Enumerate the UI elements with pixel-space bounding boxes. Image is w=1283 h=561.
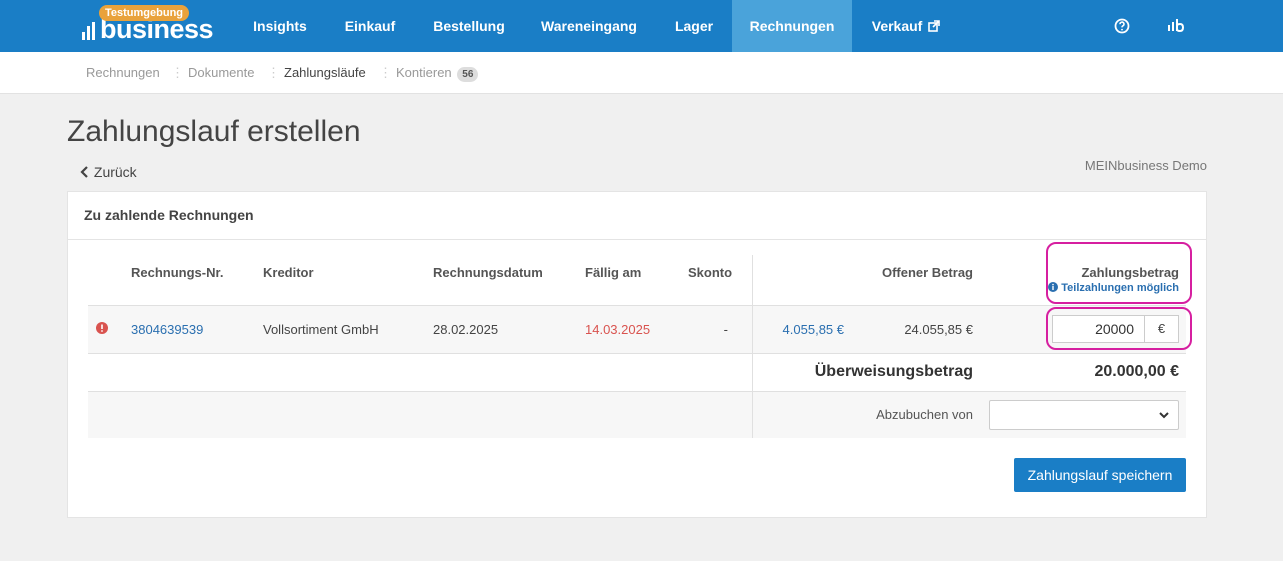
col-header-faellig-am[interactable]: Fällig am [585, 265, 641, 280]
save-payment-run-button[interactable]: Zahlungslauf speichern [1014, 458, 1186, 492]
nav-item-lager[interactable]: Lager [664, 0, 724, 52]
kontieren-count-badge: 56 [457, 67, 479, 82]
kreditor-cell: Vollsortiment GmbH [263, 322, 379, 337]
row-divider [88, 353, 1186, 354]
subnav-rechnungen[interactable]: Rechnungen [86, 65, 160, 80]
col-header-rechnungsdatum[interactable]: Rechnungsdatum [433, 265, 543, 280]
back-link[interactable]: Zurück [80, 164, 137, 180]
col-header-rechnungs-nr[interactable]: Rechnungs-Nr. [131, 265, 223, 280]
invoice-number-link[interactable]: 3804639539 [131, 322, 203, 337]
offener-betrag-cell: 24.055,85 € [904, 322, 973, 337]
ueberweisung-value: 20.000,00 € [1094, 363, 1179, 380]
ueberweisung-label: Überweisungsbetrag [814, 363, 973, 380]
subnav-kontieren-label: Kontieren [396, 65, 452, 80]
subnav-dokumente[interactable]: Dokumente [188, 65, 254, 80]
card-header: Zu zahlende Rechnungen [68, 192, 1206, 240]
subnav-separator: ⋮ [267, 65, 280, 80]
faellig-am-cell: 14.03.2025 [585, 322, 651, 337]
abzubuchen-select[interactable] [989, 400, 1179, 430]
back-link-label: Zurück [93, 164, 137, 180]
invoices-card: Zu zahlende Rechnungen Rechnungs-Nr. Kre… [67, 191, 1207, 518]
page-title: Zahlungslauf erstellen [67, 115, 361, 148]
external-link-icon [928, 20, 941, 32]
highlight-zahlungsbetrag-header [1046, 242, 1192, 304]
nav-item-verkauf[interactable]: Verkauf [858, 0, 954, 52]
card-title: Zu zahlende Rechnungen [84, 207, 254, 223]
nav-item-insights[interactable]: Insights [240, 0, 320, 52]
abzubuchen-label: Abzubuchen von [876, 407, 973, 422]
warning-icon [96, 322, 108, 334]
env-badge: Testumgebung [99, 5, 190, 21]
help-circle-icon[interactable] [1112, 16, 1132, 36]
subnav-zahlungslaeufe[interactable]: Zahlungsläufe [284, 65, 366, 80]
subnav-kontieren[interactable]: Kontieren 56 [396, 65, 479, 82]
sub-navbar: Rechnungen ⋮ Dokumente ⋮ Zahlungsläufe ⋮… [0, 52, 1283, 94]
subnav-separator: ⋮ [171, 65, 184, 80]
chevron-left-icon [80, 166, 88, 178]
chevron-down-icon [1159, 412, 1169, 419]
offen-amount-link[interactable]: 4.055,85 € [768, 322, 844, 337]
nav-item-rechnungen[interactable]: Rechnungen [732, 0, 852, 52]
column-divider [752, 255, 753, 438]
stats-logo-icon[interactable] [1166, 16, 1186, 36]
brand-logo[interactable]: business Testumgebung [80, 5, 214, 46]
nav-item-einkauf[interactable]: Einkauf [332, 0, 408, 52]
nav-item-wareneingang[interactable]: Wareneingang [528, 0, 650, 52]
logo-bars-icon [82, 22, 95, 40]
highlight-zahlungsbetrag-input [1046, 307, 1192, 350]
rechnungsdatum-cell: 28.02.2025 [433, 322, 499, 337]
tenant-name: MEINbusiness Demo [1084, 158, 1207, 173]
nav-item-bestellung[interactable]: Bestellung [420, 0, 518, 52]
col-header-skonto[interactable]: Skonto [688, 265, 732, 280]
nav-item-verkauf-label: Verkauf [871, 18, 923, 34]
skonto-cell: - [723, 322, 728, 337]
subnav-separator: ⋮ [379, 65, 392, 80]
top-navbar: business Testumgebung Insights Einkauf B… [0, 0, 1283, 52]
col-header-kreditor[interactable]: Kreditor [263, 265, 314, 280]
col-header-offener-betrag[interactable]: Offener Betrag [848, 265, 973, 280]
